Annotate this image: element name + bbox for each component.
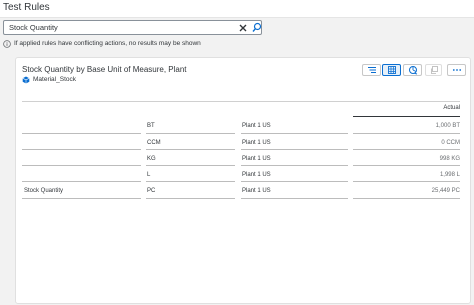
- plant-cell: Plant 1 US: [242, 172, 271, 178]
- row-divider: [22, 149, 141, 150]
- column-header-actual: Actual: [443, 105, 460, 111]
- grid-view-icon: [387, 66, 396, 74]
- unit-cell: BT: [147, 123, 155, 129]
- table-view-button[interactable]: [362, 64, 381, 76]
- card-subtitle-text: Material_Stock: [33, 76, 76, 83]
- chart-view-button[interactable]: [403, 64, 422, 76]
- row-group-cell: Stock Quantity: [24, 188, 64, 194]
- cube-icon: [22, 76, 30, 84]
- search-field[interactable]: Stock Quantity: [3, 20, 262, 35]
- info-icon: [3, 40, 11, 48]
- search-input[interactable]: Stock Quantity: [9, 23, 58, 32]
- result-card: Stock Quantity by Base Unit of Measure, …: [15, 57, 471, 304]
- row-divider: [241, 133, 348, 134]
- more-button[interactable]: [447, 64, 466, 76]
- copy-button[interactable]: [425, 64, 442, 76]
- row-divider: [353, 198, 460, 199]
- page-title: Test Rules: [3, 2, 50, 13]
- actual-value-cell: 0 CCM: [441, 140, 460, 146]
- unit-cell: L: [147, 172, 151, 178]
- table-top-border: [22, 101, 460, 102]
- row-divider: [146, 133, 235, 134]
- row-divider: [241, 198, 348, 199]
- table-view-icon: [367, 67, 376, 73]
- row-divider: [22, 165, 141, 166]
- row-divider: [353, 133, 460, 134]
- row-divider: [353, 149, 460, 150]
- row-divider: [22, 198, 141, 199]
- unit-cell: CCM: [147, 140, 161, 146]
- plant-cell: Plant 1 US: [242, 140, 271, 146]
- info-text: If applied rules have conflicting action…: [14, 40, 201, 47]
- unit-cell: KG: [147, 156, 156, 162]
- row-divider: [22, 133, 141, 134]
- row-divider: [146, 149, 235, 150]
- more-icon: [452, 69, 461, 71]
- row-divider: [353, 181, 460, 182]
- row-divider: [241, 149, 348, 150]
- row-divider: [241, 165, 348, 166]
- actual-value-cell: 998 KG: [439, 156, 460, 162]
- plant-cell: Plant 1 US: [242, 188, 271, 194]
- row-divider: [146, 181, 235, 182]
- column-header-underline: [353, 116, 460, 117]
- plant-cell: Plant 1 US: [242, 156, 271, 162]
- actual-value-cell: 1,000 BT: [435, 123, 460, 129]
- grid-view-button[interactable]: [382, 64, 401, 76]
- chart-view-icon: [408, 66, 417, 75]
- actual-value-cell: 25,449 PC: [431, 188, 460, 194]
- actual-value-cell: 1,998 L: [439, 172, 460, 178]
- card-title: Stock Quantity by Base Unit of Measure, …: [22, 65, 187, 74]
- clear-icon[interactable]: [238, 23, 248, 33]
- row-divider: [146, 165, 235, 166]
- row-divider: [146, 198, 235, 199]
- row-divider: [353, 165, 460, 166]
- row-divider: [241, 181, 348, 182]
- unit-cell: PC: [147, 188, 156, 194]
- title-bar: Test Rules: [0, 0, 474, 18]
- search-icon[interactable]: [252, 22, 262, 33]
- plant-cell: Plant 1 US: [242, 123, 271, 129]
- copy-icon: [430, 66, 438, 74]
- row-divider: [22, 181, 141, 182]
